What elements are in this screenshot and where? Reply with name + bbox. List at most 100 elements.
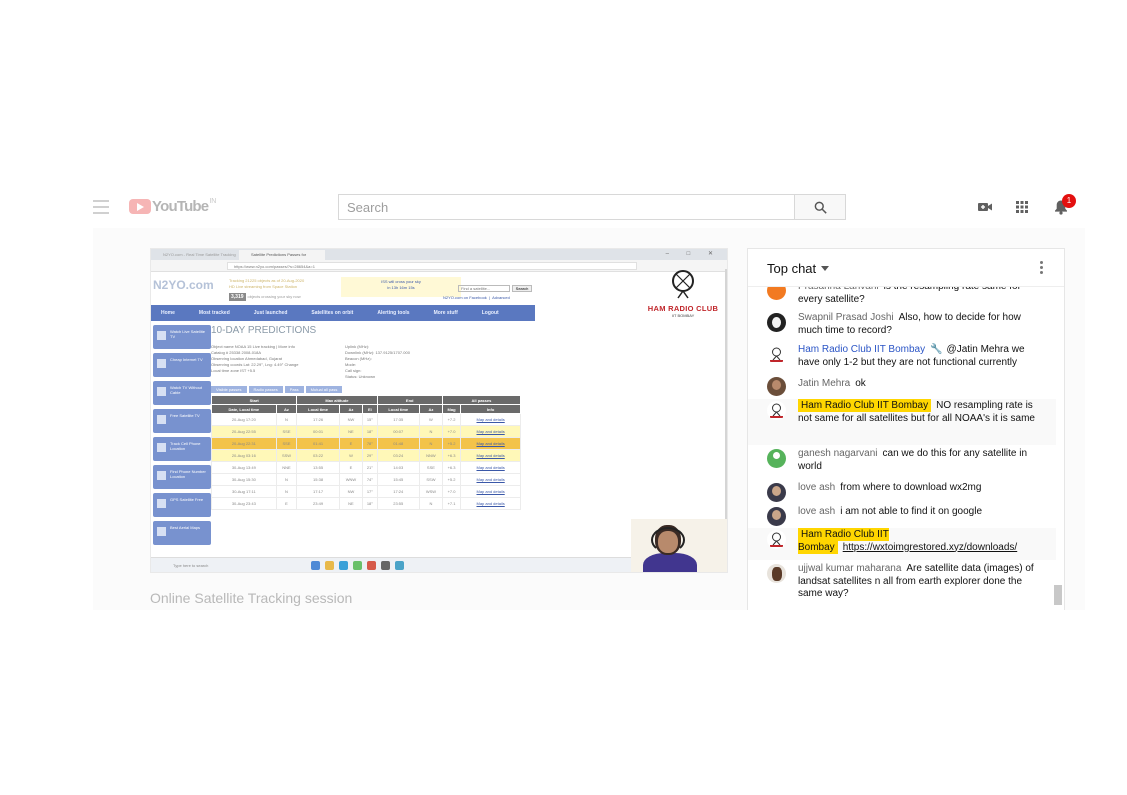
n2yo-sidebar-label: Watch TV Without Cable [170,385,203,395]
n2yo-passes-table: Start Max altitude End All passes Date, … [210,395,522,510]
chat-scrollbar-thumb[interactable] [1054,585,1062,605]
table-cell: 20-Aug 03:16 [211,449,277,462]
n2yo-header: N2YO.com Tracking 21225 objects as of 20… [151,275,535,305]
taskbar-app-icon [395,561,404,570]
chat-author[interactable]: Prasanna Lanvani [798,287,879,292]
table-cell: 01:48 [376,437,420,450]
table-cell: 29° [362,449,378,462]
table-cell: 03:24 [376,449,420,462]
table-cell: +7.2 [441,413,462,426]
avatar[interactable] [767,449,786,468]
avatar[interactable] [767,530,786,549]
table-cell: N [418,497,443,510]
chat-author[interactable]: Ham Radio Club IIT Bombay [798,344,925,355]
map-details-link: Map and details [460,413,521,426]
menu-icon[interactable] [93,200,109,214]
youtube-play-icon [129,199,151,214]
n2yo-nav-item: Most tracked [198,310,230,316]
n2yo-nav-item: Satellites on orbit [311,310,354,316]
search-icon [814,201,827,214]
chat-author[interactable]: love ash [798,506,835,517]
table-cell: E [338,461,364,474]
n2yo-sidebar-label: Best Aerial Maps [170,525,201,530]
search-bar [338,194,846,220]
avatar[interactable] [767,313,786,332]
avatar[interactable] [767,377,786,396]
n2yo-count-text: objects crossing your sky now [247,294,301,299]
apps-grid-icon[interactable] [1014,199,1030,215]
chat-author[interactable]: Ham Radio Club IIT Bombay [798,399,932,412]
n2yo-tracking-line2: HD Live streaming from Space Station [229,284,298,289]
table-column-header: Local time [296,404,340,414]
map-details-link: Map and details [460,461,521,474]
table-cell: SSW [275,449,298,462]
table-cell: 13:55 [296,461,340,474]
taskbar-app-icon [353,561,362,570]
browser-url: https://www.n2yo.com/passes/?s=28654&a=1 [227,262,637,270]
taskbar-app-icon [367,561,376,570]
chat-author[interactable]: Swapnil Prasad Joshi [798,312,894,323]
n2yo-count-number: 3,319 [229,293,246,301]
chat-message-body: Jatin Mehra ok [798,378,1038,391]
map-details-link: Map and details [460,473,521,486]
video-player[interactable]: N2YO.com - Real Time Satellite Tracking … [150,248,728,573]
n2yo-content: 10-DAY PREDICTIONS Object name NOAA 15 L… [210,325,531,510]
chat-author[interactable]: Jatin Mehra [798,378,850,389]
table-cell: 23:55 [376,497,420,510]
dropdown-caret-icon [821,266,830,271]
table-row: 30-Aug 17:11 N 17:17 NW 17° 17:24 WSW +7.0 Map a… [211,485,521,498]
search-input[interactable] [338,194,794,220]
table-cell: NE [338,497,364,510]
masthead: YouTube IN 1 [93,190,1085,224]
chat-author[interactable]: ujjwal kumar maharana [798,563,901,574]
table-row: 20-Aug 17:20 N 17:26 NW 15° 17:35 W +7.2 Map and… [211,413,521,426]
table-cell: 15:45 [376,473,420,486]
chat-message: love ash i am not able to find it on goog… [748,505,1056,526]
n2yo-pass-tab: Mutual all pass [305,386,343,393]
n2yo-meta-line [211,374,345,380]
table-cell: 01:41 [296,437,340,450]
more-options-icon[interactable] [1040,261,1044,275]
chat-mode-dropdown[interactable]: Top chat [767,261,830,276]
chat-message-body: ujjwal kumar maharana Are satellite data … [798,563,1038,601]
create-video-icon[interactable] [977,199,993,215]
chat-message: ujjwal kumar maharana Are satellite data … [748,562,1056,602]
avatar[interactable] [767,507,786,526]
table-cell: 21° [362,461,378,474]
n2yo-logo: N2YO.com [153,278,214,292]
table-cell: 17° [362,485,378,498]
avatar[interactable] [767,345,786,364]
table-row: 20-Aug 22:31 SSE 01:41 E 78° 01:48 N +5.2 Map an… [211,437,521,450]
avatar[interactable] [767,564,786,583]
avatar[interactable] [767,401,786,420]
chat-message-body: ganesh nagarvani can we do this for any s… [798,448,1038,473]
table-cell: SSE [275,437,298,450]
table-row: 20-Aug 03:16 SSW 03:22 W 29° 03:24 NNW +6.3 Map … [211,449,521,462]
avatar[interactable] [767,483,786,502]
table-group-header: Start [210,395,298,405]
table-cell: 17:17 [296,485,340,498]
chat-author[interactable]: ganesh nagarvani [798,448,878,459]
chat-link[interactable]: https://wxtoimgrestored.xyz/downloads/ [843,542,1018,553]
n2yo-sidebar-label: Find Phone Number Location [170,469,206,479]
table-cell: 17:24 [376,485,420,498]
map-details-link: Map and details [460,449,521,462]
n2yo-pass-tab: Visible passes [211,386,247,393]
browser-tabbar: N2YO.com - Real Time Satellite Tracking … [151,249,727,260]
table-cell: SSE [418,461,443,474]
chat-message-list: Prasanna Lanvaniis the resampling rate s… [748,287,1056,610]
n2yo-meta-line: Status: Unknown [345,374,376,379]
avatar[interactable] [767,287,786,300]
table-column-header: Date, Local time [211,404,277,414]
youtube-logo[interactable]: YouTube IN [129,198,216,216]
search-button[interactable] [794,194,846,220]
n2yo-page-title: 10-DAY PREDICTIONS [211,325,317,336]
table-cell: WNW [338,473,364,486]
n2yo-pass-tabs: Visible passes Radio passes Pass Mutual … [211,386,531,393]
n2yo-pass-tab: Radio passes [248,386,283,393]
table-cell: 20-Aug 22:55 [211,425,277,438]
table-column-header: Az [338,404,364,414]
table-cell: 14:03 [376,461,420,474]
chat-author[interactable]: love ash [798,482,835,493]
n2yo-find-input: Find a satellite... [458,285,510,292]
